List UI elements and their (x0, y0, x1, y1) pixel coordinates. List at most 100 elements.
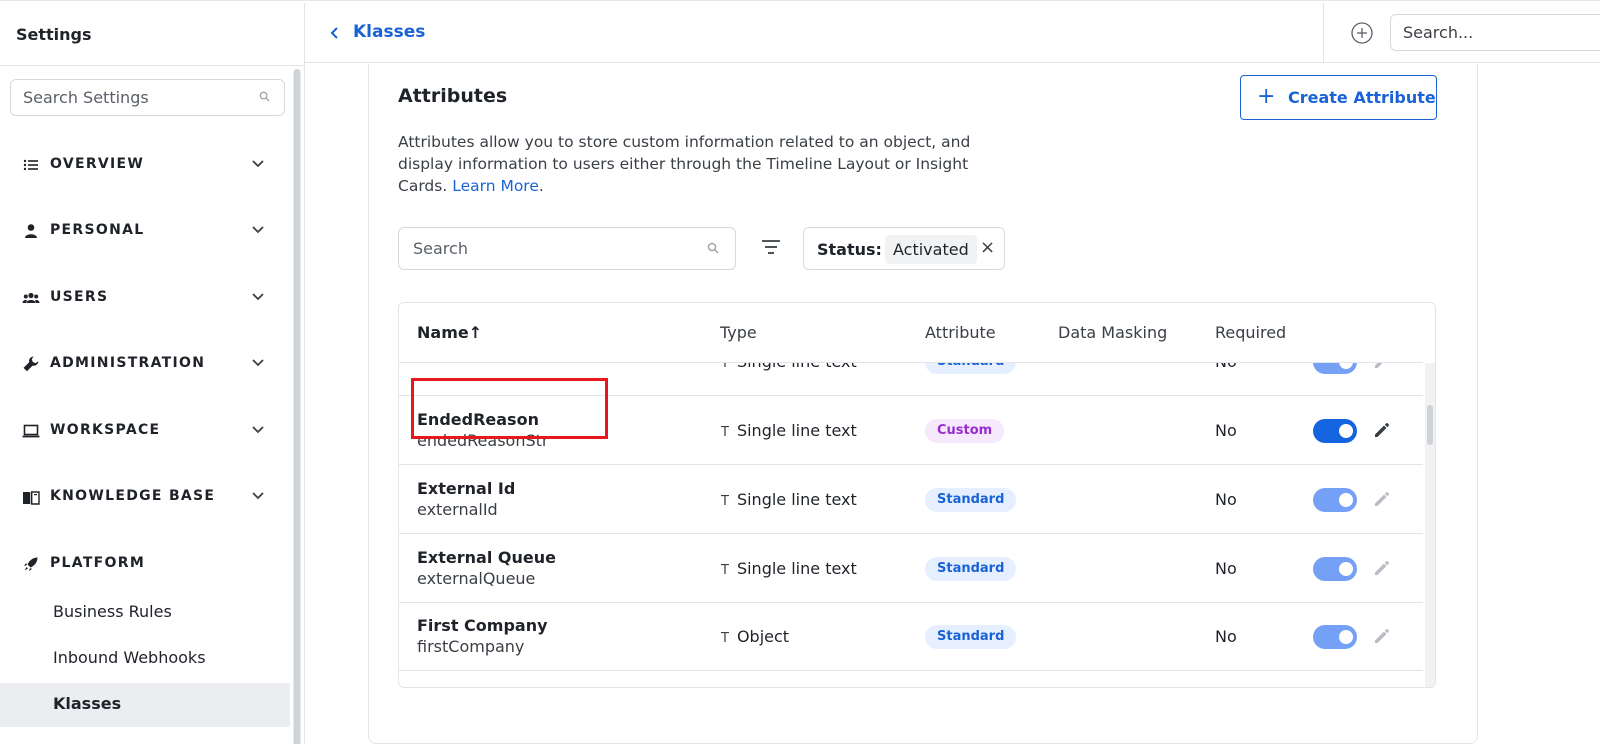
type-label: Single line text (736, 559, 857, 578)
table-row[interactable]: External Id externalId T Single line text… (399, 466, 1423, 534)
breadcrumb[interactable]: Klasses (353, 22, 425, 42)
attribute-slug: firstCompany (417, 637, 525, 656)
enabled-toggle[interactable] (1313, 363, 1357, 374)
sidebar-item-label: Klasses (53, 694, 122, 713)
type-cell: T Single line text (721, 421, 857, 440)
status-badge: Standard (925, 557, 1017, 581)
sidebar-item-inbound-webhooks[interactable]: Inbound Webhooks (0, 637, 290, 681)
attribute-search-input[interactable] (399, 228, 689, 269)
enabled-toggle[interactable] (1313, 419, 1357, 443)
text-type-icon: T (721, 494, 729, 509)
rocket-icon (24, 557, 38, 571)
global-search-input[interactable] (1391, 15, 1600, 50)
text-type-icon: T (721, 363, 729, 371)
laptop-icon (22, 424, 40, 438)
sidebar-section-knowledge-base[interactable]: KNOWLEDGE BASE (0, 477, 290, 517)
sidebar-section-users[interactable]: USERS (0, 278, 290, 318)
chevron-down-icon (252, 492, 264, 500)
type-label: Single line text (737, 363, 857, 371)
person-icon (25, 224, 37, 238)
name-cell: External Id externalId (417, 479, 515, 521)
status-badge: Standard (925, 488, 1017, 512)
name-cell: EndedReason endedReasonStr (411, 378, 608, 452)
status-badge: Custom (925, 419, 1005, 443)
attribute-slug: externalQueue (417, 569, 536, 588)
attributes-table: Name↑ Type Attribute Data Masking Requir… (398, 302, 1436, 688)
enabled-toggle[interactable] (1313, 625, 1357, 649)
sidebar-title: Settings (16, 25, 92, 44)
highlight-box (411, 378, 608, 439)
pencil-icon[interactable] (1372, 626, 1392, 646)
filter-value: Activated (885, 235, 977, 264)
filter-icon[interactable] (760, 238, 782, 256)
type-label: Single line text (736, 421, 857, 440)
learn-more-link[interactable]: Learn More (452, 177, 539, 195)
enabled-toggle[interactable] (1313, 557, 1357, 581)
sort-arrow-up-icon: ↑ (468, 323, 483, 342)
sidebar-section-personal[interactable]: PERSONAL (0, 211, 290, 251)
close-icon[interactable]: × (980, 237, 995, 258)
attribute-name: External Queue (417, 548, 556, 567)
sidebar-section-platform[interactable]: PLATFORM (0, 544, 290, 584)
type-cell: T Single line text (721, 363, 857, 371)
global-search-box[interactable] (1390, 14, 1600, 51)
required-value: No (1215, 363, 1237, 371)
enabled-toggle[interactable] (1313, 488, 1357, 512)
table-row[interactable]: External Queue externalQueue T Single lin… (399, 535, 1423, 603)
pencil-icon[interactable] (1372, 420, 1392, 440)
status-badge: Standard (925, 625, 1017, 649)
sidebar-section-label: USERS (50, 289, 109, 305)
table-row[interactable]: First Company firstCompany T Object Stand… (399, 603, 1423, 671)
sidebar-scrollbar[interactable] (293, 69, 301, 744)
chevron-down-icon (252, 293, 264, 301)
top-header: Klasses (305, 3, 1600, 63)
add-circle-icon[interactable] (1350, 21, 1374, 45)
plus-icon: + (1257, 84, 1276, 109)
page-title: Attributes (398, 85, 508, 107)
settings-search-box[interactable] (10, 79, 285, 116)
pencil-icon[interactable] (1372, 558, 1392, 578)
type-cell: T Single line text (721, 559, 857, 578)
attribute-name: First Company (417, 616, 548, 635)
toggle-knob (1339, 493, 1353, 507)
column-header-label: Name (417, 323, 469, 342)
type-label: Single line text (736, 490, 857, 509)
chevron-down-icon (252, 226, 264, 234)
sidebar-section-label: PLATFORM (50, 555, 146, 571)
sidebar-item-business-rules[interactable]: Business Rules (0, 591, 290, 635)
scrollbar-thumb[interactable] (1427, 405, 1433, 445)
table-scrollbar[interactable] (1425, 363, 1435, 687)
sidebar-item-klasses[interactable]: Klasses (0, 683, 290, 727)
pencil-icon[interactable] (1372, 363, 1392, 371)
required-value: No (1215, 490, 1237, 509)
toggle-knob (1339, 363, 1353, 369)
sidebar-section-label: OVERVIEW (50, 156, 145, 172)
back-arrow-icon[interactable] (325, 21, 343, 45)
toggle-knob (1339, 424, 1353, 438)
text-type-icon: T (721, 425, 729, 440)
name-cell: First Company firstCompany (417, 616, 548, 658)
search-icon (259, 91, 270, 102)
filter-key: Status: (817, 240, 882, 259)
sidebar-item-label: Business Rules (53, 602, 172, 621)
chevron-down-icon (252, 359, 264, 367)
sidebar-section-workspace[interactable]: WORKSPACE (0, 411, 290, 451)
text-type-icon: T (721, 631, 729, 646)
settings-search-input[interactable] (11, 80, 231, 115)
type-label: Object (736, 627, 790, 646)
sidebar-section-label: KNOWLEDGE BASE (50, 488, 216, 504)
column-header-name[interactable]: Name↑ (417, 323, 482, 342)
status-filter-chip[interactable]: Status: Activated × (803, 227, 1005, 270)
sidebar-section-administration[interactable]: ADMINISTRATION (0, 344, 290, 384)
type-cell: T Object (721, 627, 789, 646)
sidebar-section-overview[interactable]: OVERVIEW (0, 145, 290, 185)
sidebar-section-label: WORKSPACE (50, 422, 161, 438)
create-attribute-button[interactable]: + Create Attribute (1240, 75, 1437, 120)
required-value: No (1215, 559, 1237, 578)
pencil-icon[interactable] (1372, 489, 1392, 509)
attribute-search-box[interactable] (398, 227, 736, 270)
list-icon (23, 159, 38, 171)
scrollbar-thumb[interactable] (294, 69, 300, 744)
text-type-icon: T (721, 563, 729, 578)
table-row[interactable]: EndedReason endedReasonStr T Single line … (399, 378, 1423, 465)
